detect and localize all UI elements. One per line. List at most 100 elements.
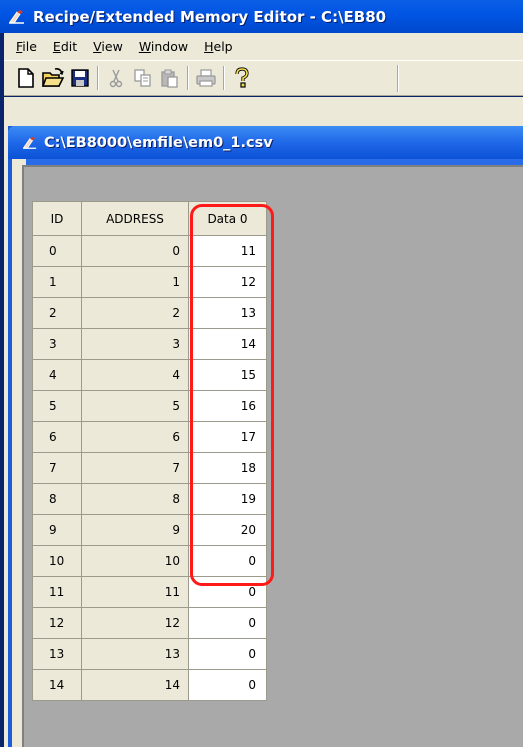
new-file-button[interactable]	[14, 66, 38, 90]
row-id-cell: 2	[32, 297, 82, 329]
row-id-cell: 4	[32, 359, 82, 391]
cut-button[interactable]	[104, 66, 128, 90]
table-row[interactable]: 12 12 0	[32, 607, 267, 639]
table-row[interactable]: 7 7 18	[32, 452, 267, 484]
row-address-cell: 13	[81, 638, 189, 670]
grid-body: 0 0 11 1 1 12 2 2 13 3 3 14 4 4 15 5 5 16 6 6 17 7 7 18 8 8 19 9 9 20…	[32, 235, 267, 701]
row-id-cell: 10	[32, 545, 82, 577]
row-id-cell: 0	[32, 235, 82, 267]
data-grid: ID ADDRESS Data 0 0 0 11 1 1 12 2 2 13 3 3 14 4 4 15 5 5…	[32, 201, 267, 701]
menu-view[interactable]: View	[85, 39, 131, 54]
row-data-0-cell[interactable]: 15	[188, 359, 267, 391]
row-data-0-cell[interactable]: 20	[188, 514, 267, 546]
child-window-title-bar[interactable]: C:\EB8000\emfile\em0_1.csv	[8, 126, 523, 159]
table-row[interactable]: 8 8 19	[32, 483, 267, 515]
row-address-cell: 2	[81, 297, 189, 329]
row-address-cell: 6	[81, 421, 189, 453]
row-address-cell: 4	[81, 359, 189, 391]
row-data-0-cell[interactable]: 0	[188, 669, 267, 701]
menu-file[interactable]: File	[8, 39, 45, 54]
menu-bar: File Edit View Window Help	[4, 33, 523, 60]
row-address-cell: 8	[81, 483, 189, 515]
document-icon	[23, 136, 37, 149]
menu-window[interactable]: Window	[131, 39, 196, 54]
copy-icon	[134, 69, 151, 87]
table-row[interactable]: 4 4 15	[32, 359, 267, 391]
column-header-address[interactable]: ADDRESS	[81, 201, 189, 236]
save-icon	[71, 69, 89, 87]
table-row[interactable]: 5 5 16	[32, 390, 267, 422]
table-row[interactable]: 14 14 0	[32, 669, 267, 701]
table-row[interactable]: 0 0 11	[32, 235, 267, 267]
row-data-0-cell[interactable]: 16	[188, 390, 267, 422]
row-address-cell: 1	[81, 266, 189, 298]
toolbar	[4, 60, 523, 96]
row-data-0-cell[interactable]: 0	[188, 545, 267, 577]
table-row[interactable]: 6 6 17	[32, 421, 267, 453]
row-id-cell: 7	[32, 452, 82, 484]
paste-icon	[161, 69, 178, 88]
column-header-id[interactable]: ID	[32, 201, 82, 236]
row-data-0-cell[interactable]: 19	[188, 483, 267, 515]
new-icon	[18, 68, 34, 88]
open-file-button[interactable]	[41, 66, 65, 90]
row-data-0-cell[interactable]: 0	[188, 638, 267, 670]
row-address-cell: 12	[81, 607, 189, 639]
table-row[interactable]: 2 2 13	[32, 297, 267, 329]
row-address-cell: 0	[81, 235, 189, 267]
child-window-title: C:\EB8000\emfile\em0_1.csv	[44, 134, 273, 151]
table-row[interactable]: 1 1 12	[32, 266, 267, 298]
menu-edit[interactable]: Edit	[45, 39, 85, 54]
row-address-cell: 10	[81, 545, 189, 577]
row-data-0-cell[interactable]: 17	[188, 421, 267, 453]
row-data-0-cell[interactable]: 11	[188, 235, 267, 267]
toolbar-separator	[187, 66, 189, 90]
open-icon	[41, 68, 65, 87]
row-id-cell: 6	[32, 421, 82, 453]
help-icon	[235, 67, 249, 88]
row-id-cell: 9	[32, 514, 82, 546]
row-address-cell: 3	[81, 328, 189, 360]
toolbar-end-separator	[397, 65, 399, 92]
print-icon	[196, 69, 216, 87]
table-row[interactable]: 9 9 20	[32, 514, 267, 546]
row-id-cell: 14	[32, 669, 82, 701]
row-address-cell: 14	[81, 669, 189, 701]
row-data-0-cell[interactable]: 14	[188, 328, 267, 360]
toolbar-separator	[223, 66, 225, 90]
paste-button[interactable]	[158, 66, 182, 90]
title-bar[interactable]: Recipe/Extended Memory Editor - C:\EB80	[0, 0, 523, 33]
cut-icon	[109, 69, 123, 88]
row-data-0-cell[interactable]: 0	[188, 576, 267, 608]
row-id-cell: 13	[32, 638, 82, 670]
row-id-cell: 8	[32, 483, 82, 515]
row-address-cell: 7	[81, 452, 189, 484]
row-id-cell: 1	[32, 266, 82, 298]
row-data-0-cell[interactable]: 0	[188, 607, 267, 639]
app-window: Recipe/Extended Memory Editor - C:\EB80 …	[0, 0, 523, 747]
row-id-cell: 5	[32, 390, 82, 422]
print-button[interactable]	[194, 66, 218, 90]
table-row[interactable]: 11 11 0	[32, 576, 267, 608]
row-address-cell: 5	[81, 390, 189, 422]
table-row[interactable]: 10 10 0	[32, 545, 267, 577]
table-row[interactable]: 3 3 14	[32, 328, 267, 360]
row-id-cell: 12	[32, 607, 82, 639]
column-header-data-0[interactable]: Data 0	[188, 201, 267, 236]
row-data-0-cell[interactable]: 12	[188, 266, 267, 298]
row-data-0-cell[interactable]: 13	[188, 297, 267, 329]
window-title: Recipe/Extended Memory Editor - C:\EB80	[33, 7, 387, 26]
menu-help[interactable]: Help	[196, 39, 241, 54]
row-id-cell: 3	[32, 328, 82, 360]
copy-button[interactable]	[131, 66, 155, 90]
help-button[interactable]	[230, 66, 254, 90]
row-id-cell: 11	[32, 576, 82, 608]
grid-header-row: ID ADDRESS Data 0	[32, 201, 267, 236]
table-row[interactable]: 13 13 0	[32, 638, 267, 670]
save-file-button[interactable]	[68, 66, 92, 90]
row-address-cell: 11	[81, 576, 189, 608]
row-address-cell: 9	[81, 514, 189, 546]
toolbar-separator	[97, 66, 99, 90]
row-data-0-cell[interactable]: 18	[188, 452, 267, 484]
app-icon	[9, 9, 24, 24]
